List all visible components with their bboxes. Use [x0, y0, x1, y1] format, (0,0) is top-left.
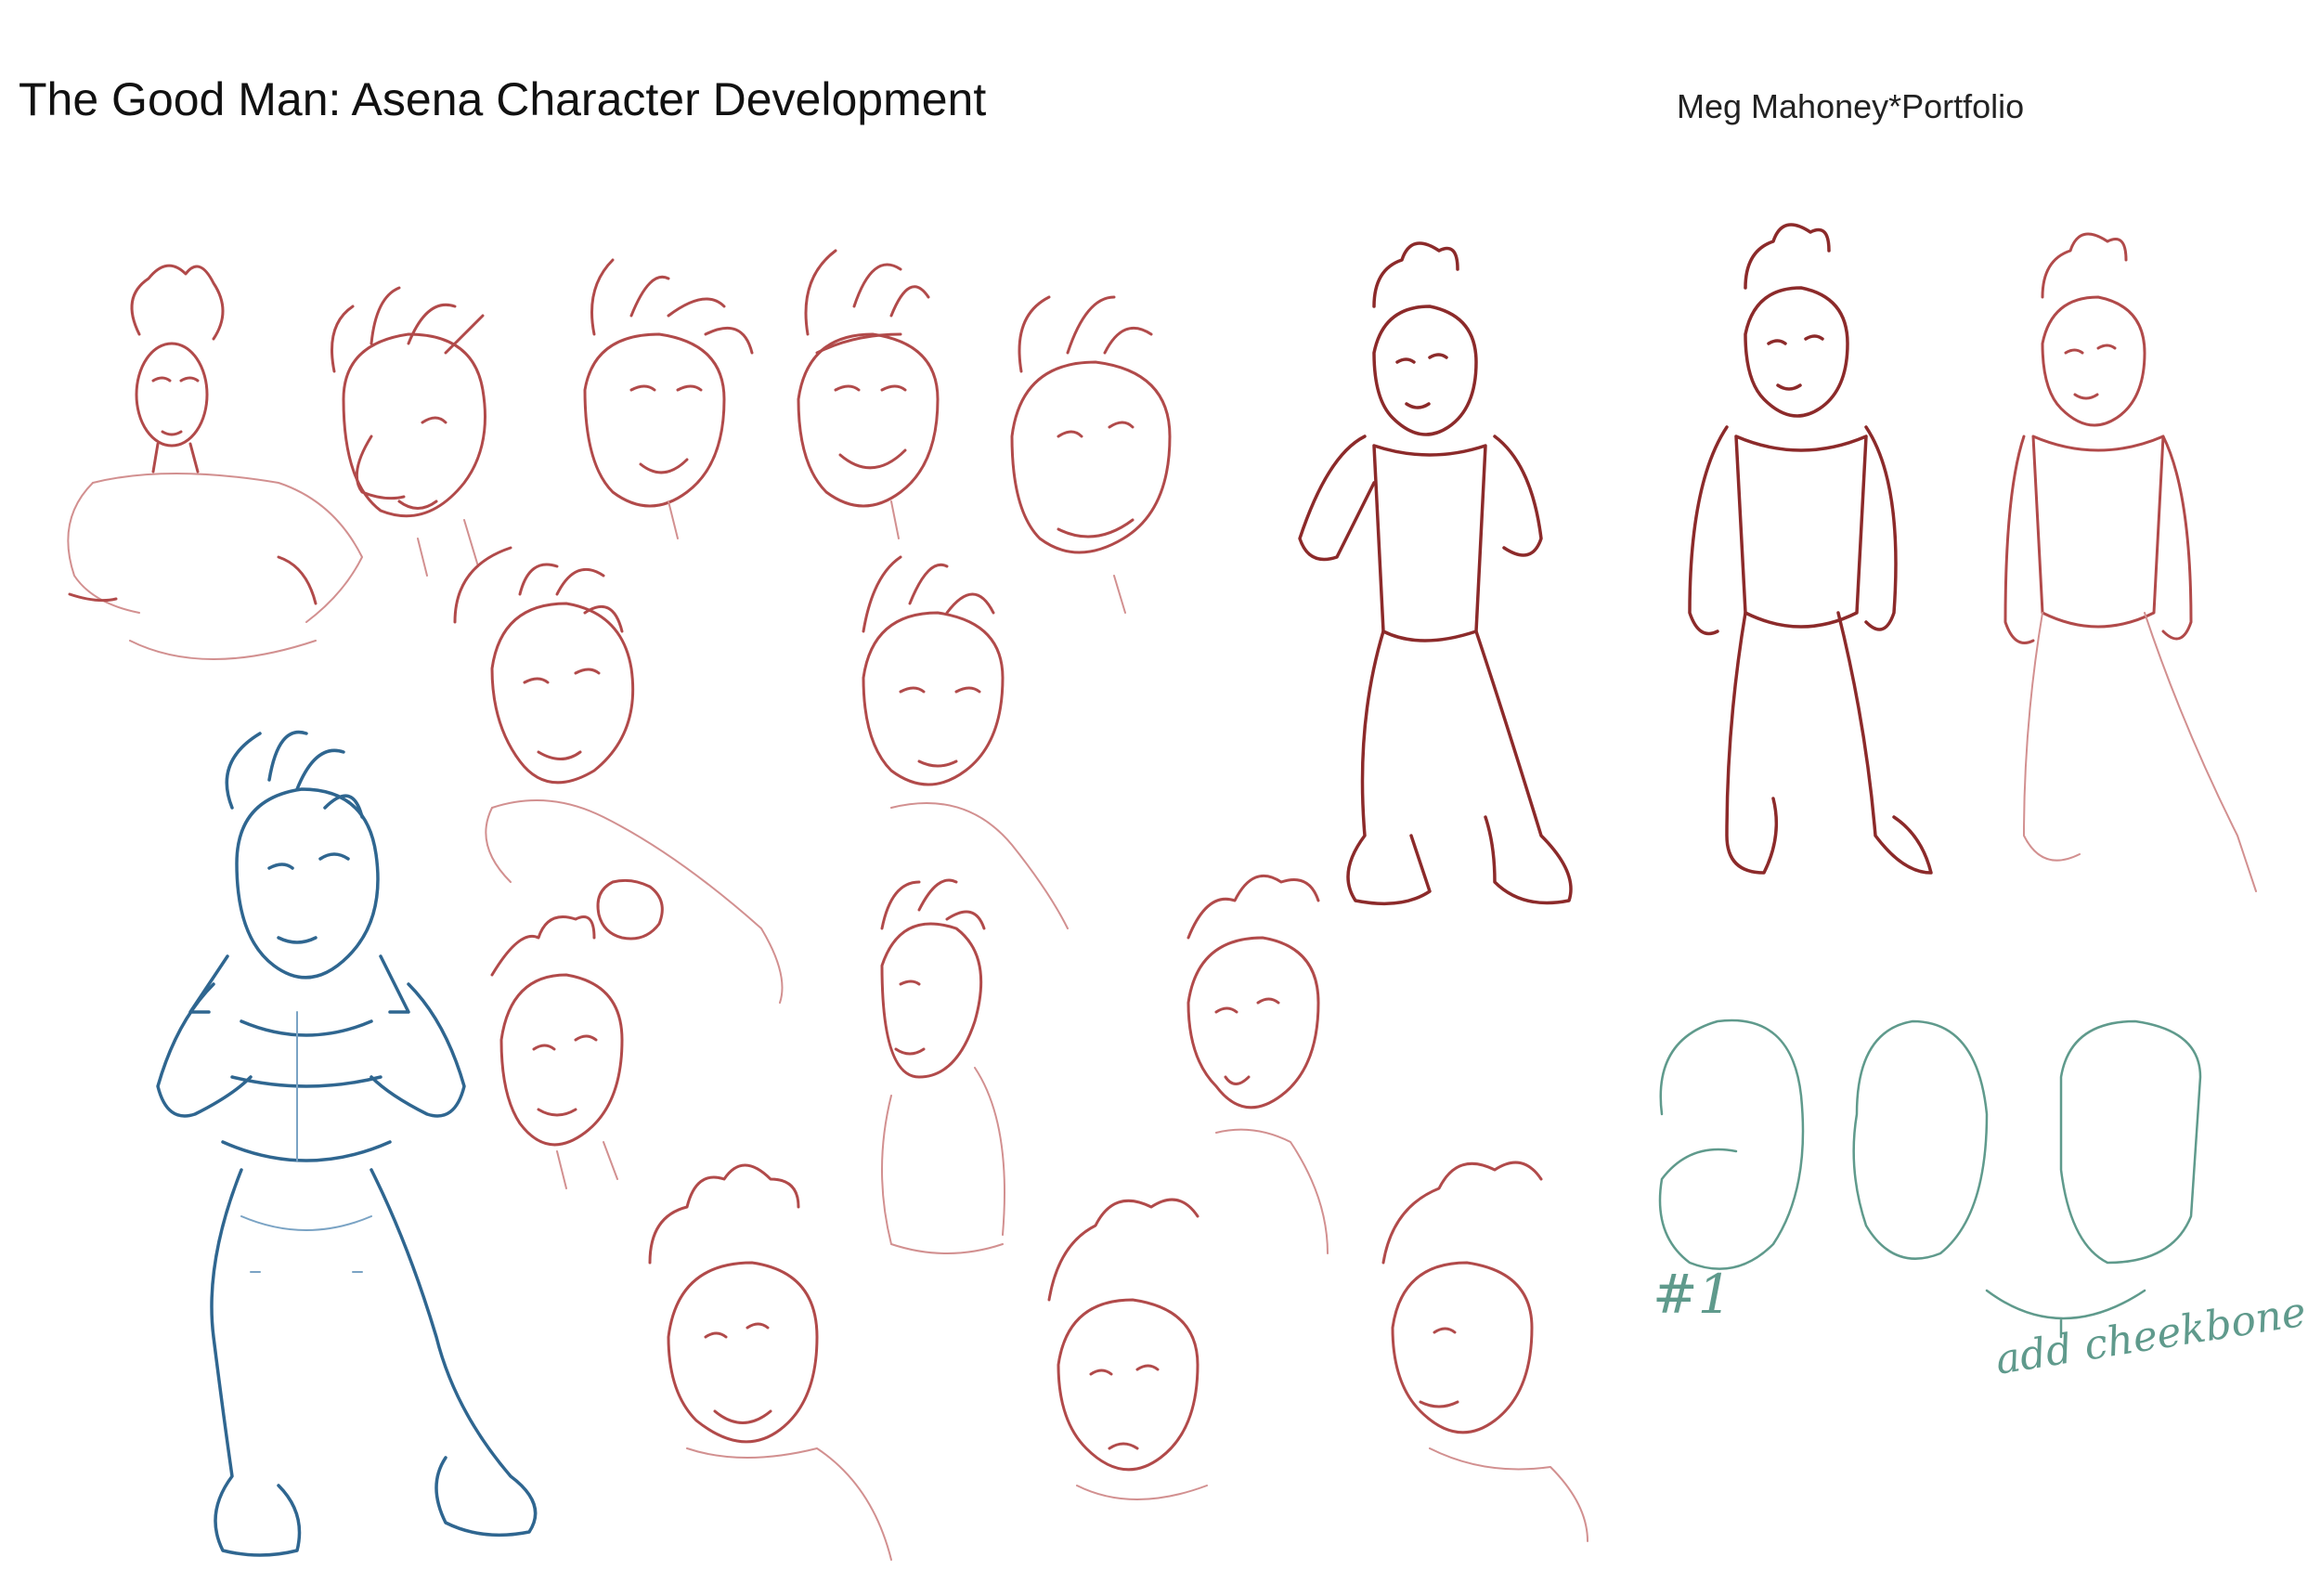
sketch-full-body-jacket-3 — [2003, 232, 2257, 892]
sketch-artwork — [67, 223, 2257, 1561]
sketch-head-laughing — [648, 1163, 892, 1561]
sketch-full-body-jacket-2 — [1688, 223, 1933, 875]
sketch-bust-hands-on-hips — [67, 264, 363, 660]
character-sheet: The Good Man: Asena Character Developmen… — [0, 0, 2321, 1596]
sketch-head-grin — [583, 258, 754, 539]
shape-number-note: #1 — [1653, 1263, 1732, 1326]
sketch-angry-fist — [453, 546, 784, 1004]
sketch-head-spiky — [490, 915, 624, 1189]
sketch-full-body-blue — [156, 730, 538, 1557]
sketch-full-body-jacket-1 — [1298, 241, 1573, 906]
sketch-head-profile-smile — [1381, 1161, 1588, 1542]
sketch-head-open-mouth — [1186, 874, 1329, 1254]
sketch-head-scheming — [1010, 295, 1172, 614]
face-shape-studies — [1658, 1019, 2202, 1339]
sketch-profile-bust — [880, 878, 1005, 1254]
sketch-head-narrowed-eyes — [862, 555, 1069, 929]
sketch-head-frowning — [1047, 1198, 1208, 1500]
sketch-head-wide-grin — [797, 249, 940, 539]
sketch-head-smirk — [331, 286, 486, 577]
